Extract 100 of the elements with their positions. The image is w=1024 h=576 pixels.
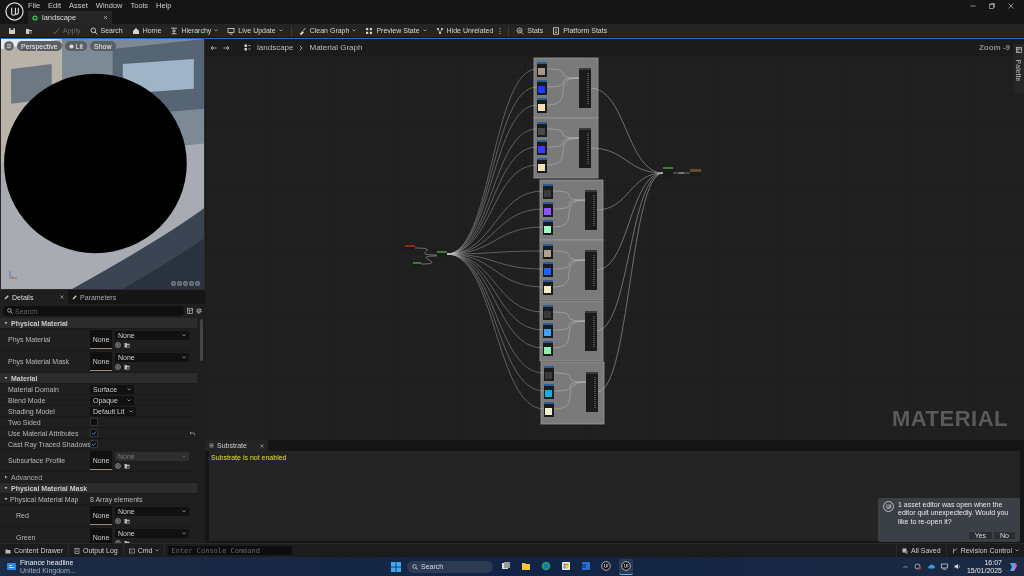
caret-icon (155, 549, 160, 552)
texture-node[interactable] (537, 80, 547, 95)
status-icon (902, 547, 909, 554)
folder-icon (521, 561, 531, 571)
settings-icon[interactable] (196, 308, 202, 314)
function-node[interactable] (585, 311, 597, 351)
texture-node[interactable] (544, 402, 554, 417)
browse-icon[interactable] (124, 342, 130, 348)
function-node[interactable] (579, 68, 591, 108)
function-node[interactable] (585, 190, 597, 230)
chevron-icon (299, 44, 304, 51)
folder-icon (25, 26, 33, 35)
pencil-icon (4, 294, 9, 300)
parameter-node[interactable] (413, 262, 421, 267)
toolbar-icon (435, 26, 444, 35)
texture-node[interactable] (544, 384, 554, 399)
monitor-icon[interactable] (940, 563, 948, 570)
breadcrumb-item[interactable]: Material Graph (309, 43, 363, 52)
caret-icon (214, 29, 219, 32)
store-icon (561, 561, 571, 571)
logo-icon (601, 561, 611, 571)
sync-icon[interactable] (913, 563, 921, 570)
use-selected-icon[interactable] (115, 518, 121, 524)
start-icon[interactable] (391, 561, 401, 572)
caret-icon (182, 455, 186, 458)
caret-icon (422, 29, 427, 32)
caret-icon (127, 387, 131, 391)
texture-node[interactable] (543, 280, 553, 295)
caret-icon (182, 334, 186, 337)
toolbar-icon (552, 26, 561, 35)
toolbar-icon (89, 26, 98, 35)
search-icon (7, 308, 13, 314)
texture-node[interactable] (537, 62, 547, 77)
use-selected-icon[interactable] (115, 364, 121, 370)
function-node[interactable] (437, 251, 447, 257)
browser-icon (541, 561, 551, 571)
checkbox[interactable] (90, 418, 98, 426)
texture-node[interactable] (544, 366, 554, 381)
logo-icon[interactable] (5, 2, 24, 21)
scrollbar[interactable] (200, 319, 203, 361)
use-selected-icon[interactable] (115, 342, 121, 348)
browse-icon[interactable] (124, 518, 130, 524)
back-icon[interactable] (210, 44, 217, 51)
function-node[interactable] (579, 128, 591, 168)
texture-node[interactable] (537, 122, 547, 137)
texture-node[interactable] (543, 262, 553, 277)
function-node[interactable] (586, 372, 598, 412)
list-icon (209, 443, 214, 448)
chevron-up-icon[interactable] (902, 564, 908, 569)
texture-node[interactable] (537, 158, 547, 173)
wire (420, 255, 438, 265)
use-selected-icon[interactable] (115, 463, 121, 469)
status-icon (74, 547, 81, 554)
save-button[interactable] (7, 25, 17, 36)
zoom-level: Zoom -9 (978, 43, 1010, 52)
output-node[interactable] (690, 169, 701, 176)
parameter-node[interactable] (405, 245, 415, 250)
close-icon[interactable] (1008, 3, 1014, 9)
caret-icon (127, 398, 131, 402)
forward-icon[interactable] (223, 44, 230, 51)
copilot-icon[interactable] (1008, 561, 1018, 572)
texture-node[interactable] (543, 202, 553, 217)
table-icon[interactable] (187, 308, 193, 314)
close-icon[interactable] (103, 15, 108, 20)
checkbox[interactable] (90, 440, 98, 448)
taskbar-app[interactable] (619, 558, 633, 575)
function-node[interactable] (663, 167, 673, 179)
texture-node[interactable] (543, 305, 553, 320)
texture-node[interactable] (543, 341, 553, 356)
restore-icon[interactable] (989, 3, 995, 9)
texture-node[interactable] (543, 184, 553, 199)
toolbar-icon (365, 26, 374, 35)
wire (414, 247, 438, 256)
breadcrumb-item[interactable]: landscape (257, 43, 294, 52)
texture-node[interactable] (543, 244, 553, 259)
caret-icon (182, 532, 186, 535)
status-icon (951, 547, 958, 554)
logo-icon (883, 501, 894, 512)
more-icon[interactable] (499, 26, 502, 35)
sphere-icon (68, 43, 74, 49)
texture-node[interactable] (543, 323, 553, 338)
cloud-icon[interactable] (926, 564, 935, 569)
texture-node[interactable] (537, 140, 547, 155)
close-icon[interactable] (260, 443, 264, 448)
menu-icon[interactable] (4, 41, 14, 51)
close-icon[interactable] (60, 295, 64, 299)
speaker-icon[interactable] (953, 563, 961, 570)
search-icon (412, 563, 418, 570)
texture-node[interactable] (543, 220, 553, 235)
function-node[interactable] (585, 250, 597, 290)
browse-icon[interactable] (124, 463, 130, 469)
wire (672, 172, 691, 174)
browse-icon[interactable] (124, 364, 130, 370)
status-icon (128, 547, 135, 554)
toolbar-icon (52, 26, 60, 35)
reset-icon[interactable] (189, 430, 195, 436)
checkbox[interactable] (90, 429, 98, 437)
texture-node[interactable] (537, 98, 547, 113)
task-view-icon (501, 561, 511, 571)
pencil-icon (72, 294, 77, 300)
